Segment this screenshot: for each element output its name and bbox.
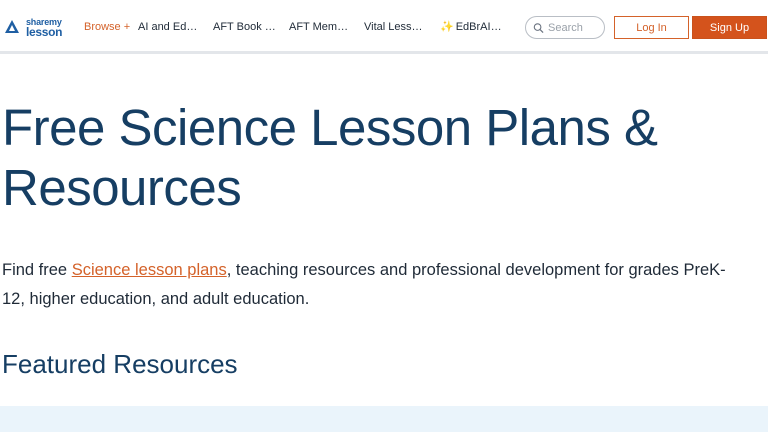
intro-text: Find free Science lesson plans, teaching… xyxy=(2,256,742,314)
nav-browse-label: Browse xyxy=(84,21,121,33)
search-input[interactable] xyxy=(548,21,604,34)
featured-resources-section xyxy=(0,406,768,432)
sparkle-icon: ✨ xyxy=(440,21,454,33)
search-icon xyxy=(533,22,544,33)
sharemylesson-logo[interactable]: sharemy lesson xyxy=(2,14,74,40)
nav-browse[interactable]: Browse + xyxy=(84,20,130,34)
nav-aft-book-club[interactable]: AFT Book Cl… xyxy=(213,20,279,34)
page-title-line1: Free Science Lesson Plans & xyxy=(2,99,658,156)
intro-text-start: Find free xyxy=(2,261,72,279)
page-title: Free Science Lesson Plans & Resources xyxy=(2,98,742,218)
nav-edbrain-label: EdBrAIn I… xyxy=(455,21,506,33)
nav-vital-lessons[interactable]: Vital Lesso… xyxy=(364,20,426,34)
search-box[interactable] xyxy=(525,16,605,39)
logo-wordmark: sharemy lesson xyxy=(26,17,63,39)
signup-button[interactable]: Sign Up xyxy=(692,16,767,39)
login-button[interactable]: Log In xyxy=(614,16,689,39)
logo-mark-icon xyxy=(5,20,19,33)
nav-edbrain[interactable]: ✨EdBrAIn I… xyxy=(440,20,506,34)
plus-icon: + xyxy=(123,21,131,33)
nav-aft-members[interactable]: AFT Membe… xyxy=(289,20,353,34)
logo-text-line2: lesson xyxy=(26,25,63,39)
page-title-line2: Resources xyxy=(2,159,242,216)
featured-resources-heading: Featured Resources xyxy=(2,349,238,379)
site-header: sharemy lesson Browse + AI and Educ… AFT … xyxy=(0,0,768,54)
science-lesson-plans-link[interactable]: Science lesson plans xyxy=(72,261,227,279)
nav-ai-and-education[interactable]: AI and Educ… xyxy=(138,20,202,34)
